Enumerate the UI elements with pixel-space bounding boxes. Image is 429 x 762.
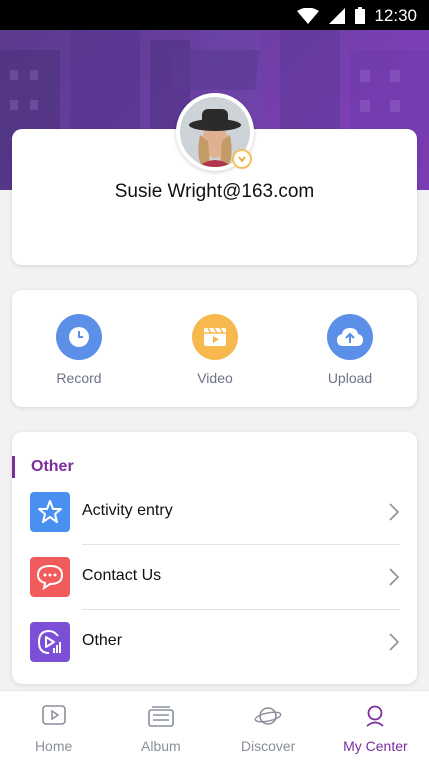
tab-home-label: Home	[34, 738, 73, 754]
quick-actions-card: Record Video Upload	[12, 290, 417, 407]
tab-album[interactable]: Album	[107, 691, 214, 762]
list-item-contact-us[interactable]: Contact Us	[30, 545, 400, 609]
bottom-tab-bar: Home Album Discover My Center	[0, 690, 429, 762]
wifi-icon	[297, 7, 319, 24]
person-icon	[366, 705, 384, 727]
cloud-upload-icon	[327, 314, 373, 360]
section-title: Other	[12, 456, 74, 478]
record-label: Record	[56, 370, 102, 386]
status-bar: 12:30	[0, 0, 429, 30]
list-item-label: Contact Us	[82, 567, 162, 584]
album-icon	[148, 706, 174, 727]
tab-my-center-label: My Center	[343, 738, 408, 754]
record-button[interactable]: Record	[39, 314, 119, 386]
status-time: 12:30	[374, 6, 417, 25]
video-label: Video	[197, 370, 233, 386]
star-icon	[30, 492, 70, 532]
chevron-right-icon	[389, 503, 400, 521]
other-section-card: Other Activity entry Contact Us Other	[12, 432, 417, 684]
list-item-other[interactable]: Other	[30, 610, 400, 674]
chevron-right-icon	[389, 633, 400, 651]
upload-label: Upload	[327, 370, 373, 386]
list-item-activity-entry[interactable]: Activity entry	[30, 480, 400, 544]
chevron-right-icon	[389, 568, 400, 586]
clock-icon	[56, 314, 102, 360]
vip-badge	[232, 149, 252, 169]
tab-discover-label: Discover	[240, 738, 296, 754]
upload-button[interactable]: Upload	[310, 314, 390, 386]
chat-bubble-icon	[30, 557, 70, 597]
user-name: Susie Wright@163.com	[114, 181, 315, 202]
signal-icon	[329, 7, 345, 24]
planet-icon	[254, 707, 282, 725]
tab-discover[interactable]: Discover	[215, 691, 322, 762]
battery-icon	[355, 7, 365, 24]
tab-home[interactable]: Home	[0, 691, 107, 762]
list-item-label: Other	[82, 632, 123, 649]
video-button[interactable]: Video	[175, 314, 255, 386]
avatar[interactable]	[176, 93, 254, 171]
tab-my-center[interactable]: My Center	[322, 691, 429, 762]
heart-icon	[238, 156, 246, 163]
play-stats-icon	[30, 622, 70, 662]
list-item-label: Activity entry	[82, 502, 173, 519]
tab-album-label: Album	[141, 738, 181, 754]
status-icons	[297, 7, 365, 24]
play-square-icon	[41, 705, 66, 725]
film-icon	[192, 314, 238, 360]
